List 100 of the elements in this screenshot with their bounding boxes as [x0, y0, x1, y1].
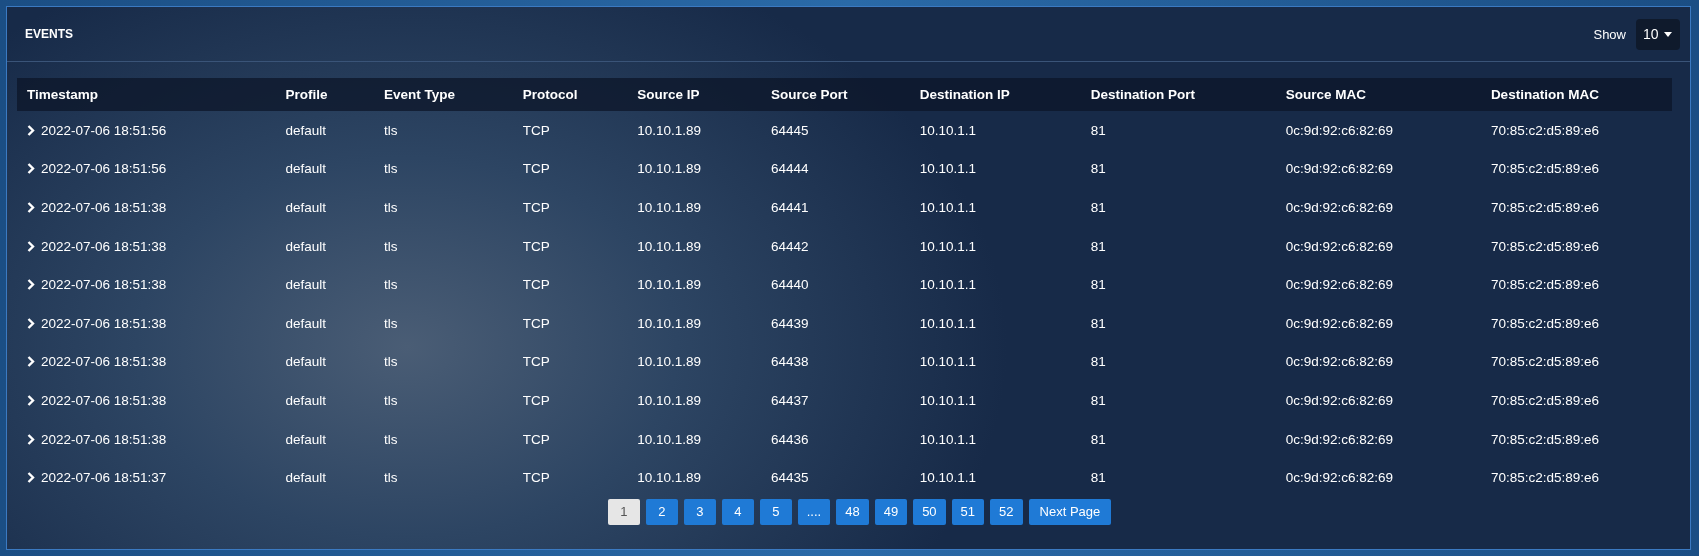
page-button[interactable]: 1: [607, 498, 640, 525]
column-header[interactable]: Source MAC: [1285, 87, 1367, 102]
column-header[interactable]: Destination IP: [919, 87, 1010, 102]
table-cell: TCP: [522, 470, 550, 486]
column-header[interactable]: Protocol: [522, 87, 578, 102]
page-button[interactable]: 49: [874, 498, 908, 525]
table-cell: 70:85:c2:d5:89:e6: [1490, 392, 1599, 408]
table-cell: 2022-07-06 18:51:38: [41, 238, 167, 254]
table-cell: 10.10.1.89: [637, 392, 702, 408]
table-cell: 10.10.1.1: [919, 277, 977, 293]
table-cell: 10.10.1.1: [919, 122, 977, 138]
table-cell: 10.10.1.1: [919, 431, 977, 447]
table-cell: TCP: [522, 122, 550, 138]
table-cell: 0c:9d:92:c6:82:69: [1285, 354, 1394, 370]
table-cell: tls: [383, 161, 398, 177]
page-button[interactable]: 52: [990, 498, 1023, 525]
show-label: Show: [1593, 26, 1626, 42]
expand-chevron-icon[interactable]: [27, 472, 35, 484]
table-cell: 2022-07-06 18:51:38: [41, 200, 167, 215]
table-cell: default: [285, 431, 326, 447]
table-cell: 10.10.1.1: [919, 392, 977, 408]
table-cell: 10.10.1.89: [637, 431, 702, 447]
table-cell: 64439: [771, 315, 809, 331]
table-cell: 81: [1090, 277, 1106, 293]
table-cell: 2022-07-06 18:51:38: [41, 315, 167, 331]
column-header[interactable]: Source IP: [637, 87, 700, 102]
expand-chevron-icon[interactable]: [27, 202, 35, 213]
table-cell: 2022-07-06 18:51:38: [41, 277, 167, 293]
panel-title: EVENTS: [25, 27, 73, 41]
page-button[interactable]: 4: [721, 498, 754, 525]
table-cell: 2022-07-06 18:51:38: [41, 431, 167, 447]
table-cell: 10.10.1.1: [919, 238, 977, 254]
page-button[interactable]: 3: [683, 498, 716, 525]
page-button[interactable]: 2: [645, 498, 678, 525]
table-cell: 81: [1090, 315, 1106, 331]
table-cell: 81: [1090, 431, 1106, 447]
page-button[interactable]: 48: [836, 498, 869, 525]
caret-icon: [1664, 31, 1672, 37]
table-cell: tls: [383, 277, 398, 293]
table-cell: TCP: [522, 431, 550, 447]
table-cell: TCP: [522, 392, 550, 408]
page-button[interactable]: 5: [759, 498, 792, 525]
table-cell: 10.10.1.1: [919, 200, 977, 215]
expand-chevron-icon[interactable]: [27, 240, 35, 252]
table-cell: tls: [383, 470, 398, 486]
page-size-select[interactable]: 10: [1636, 18, 1680, 50]
expand-chevron-icon[interactable]: [27, 394, 35, 406]
table-cell: default: [285, 161, 326, 177]
expand-chevron-icon[interactable]: [27, 356, 35, 368]
column-header[interactable]: Timestamp: [27, 87, 99, 102]
table-cell: 64444: [771, 161, 809, 177]
table-cell: tls: [383, 354, 398, 370]
table-cell: TCP: [522, 354, 550, 370]
table-cell: 0c:9d:92:c6:82:69: [1285, 392, 1394, 408]
table-cell: 81: [1090, 354, 1106, 370]
table-cell: 64445: [771, 122, 809, 138]
table-cell: 70:85:c2:d5:89:e6: [1490, 315, 1599, 331]
table-cell: 2022-07-06 18:51:37: [41, 470, 167, 486]
table-cell: TCP: [522, 315, 550, 331]
column-header[interactable]: Destination Port: [1090, 87, 1195, 102]
table-cell: 0c:9d:92:c6:82:69: [1285, 122, 1394, 138]
expand-chevron-icon[interactable]: [27, 124, 35, 136]
table-cell: 0c:9d:92:c6:82:69: [1285, 161, 1394, 177]
table-cell: 2022-07-06 18:51:56: [41, 122, 167, 138]
table-cell: 2022-07-06 18:51:56: [41, 161, 167, 177]
table-cell: 0c:9d:92:c6:82:69: [1285, 431, 1394, 447]
table-cell: 70:85:c2:d5:89:e6: [1490, 161, 1599, 177]
table-cell: 2022-07-06 18:51:38: [41, 354, 167, 370]
table-cell: tls: [383, 122, 398, 138]
page-button[interactable]: 50: [913, 498, 946, 525]
page-button[interactable]: ....: [797, 498, 831, 525]
table-cell: 70:85:c2:d5:89:e6: [1490, 238, 1599, 254]
expand-chevron-icon[interactable]: [27, 317, 35, 329]
table-cell: 10.10.1.1: [919, 315, 977, 331]
table-cell: default: [285, 200, 326, 215]
table-cell: tls: [383, 392, 398, 408]
table-cell: 81: [1090, 161, 1106, 177]
table-cell: default: [285, 354, 326, 370]
table-cell: 81: [1090, 238, 1106, 254]
table-cell: 2022-07-06 18:51:38: [41, 392, 167, 408]
table-cell: 10.10.1.89: [637, 238, 702, 254]
expand-chevron-icon[interactable]: [27, 279, 35, 291]
column-header[interactable]: Event Type: [383, 87, 455, 102]
table-cell: default: [285, 238, 326, 254]
table-cell: 10.10.1.89: [637, 470, 702, 486]
page-button[interactable]: 51: [951, 498, 985, 525]
table-cell: 81: [1090, 200, 1106, 215]
table-cell: TCP: [522, 200, 550, 215]
table-cell: 81: [1090, 122, 1106, 138]
column-header[interactable]: Profile: [285, 87, 328, 102]
table-cell: 64442: [771, 238, 809, 254]
table-cell: 64438: [771, 354, 809, 370]
expand-chevron-icon[interactable]: [27, 433, 35, 445]
table-cell: 81: [1090, 470, 1106, 486]
expand-chevron-icon[interactable]: [27, 163, 35, 175]
table-cell: 64436: [771, 431, 809, 447]
column-header[interactable]: Destination MAC: [1490, 87, 1599, 102]
next-page-button[interactable]: Next Page: [1028, 498, 1112, 525]
column-header[interactable]: Source Port: [771, 87, 848, 102]
table-cell: 10.10.1.1: [919, 161, 977, 177]
